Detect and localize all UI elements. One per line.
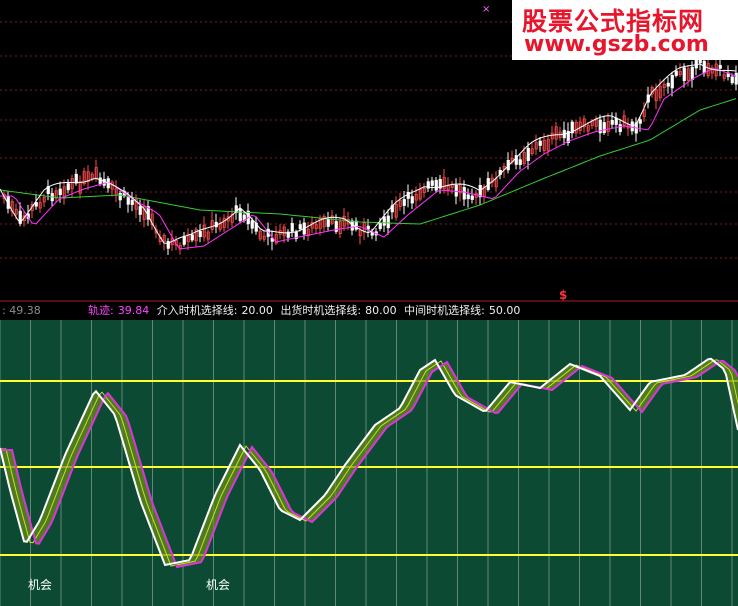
candle-body xyxy=(298,224,302,230)
candle-body xyxy=(454,184,458,197)
candle-body xyxy=(666,82,670,87)
candle-body xyxy=(102,178,106,186)
candle-body xyxy=(182,235,186,245)
signal-marker: $ xyxy=(559,288,568,302)
candle-body xyxy=(366,225,370,230)
candle-body xyxy=(326,218,330,227)
candle-body xyxy=(58,188,62,196)
candle-body xyxy=(34,202,38,207)
candle-body xyxy=(430,180,434,186)
track-line xyxy=(0,357,738,567)
candle-body xyxy=(386,215,390,229)
candle-body xyxy=(126,197,130,205)
candle-body xyxy=(730,76,734,84)
ma-short-line xyxy=(0,63,737,244)
indicator-info-bar: : 49.38 轨迹: 39.84 介入时机选择线: 20.00 出货时机选择线: 8… xyxy=(0,302,738,320)
site-watermark: 股票公式指标网 www.gszb.com xyxy=(512,0,738,60)
candle-body xyxy=(638,119,642,124)
watermark-url: www.gszb.com xyxy=(524,32,709,57)
candle-body xyxy=(466,194,470,200)
mid-label: 中间时机选择线: xyxy=(404,304,485,317)
candle-body xyxy=(538,140,542,146)
candle-body xyxy=(690,66,694,81)
candle-body xyxy=(66,183,70,191)
candle-body xyxy=(470,195,474,200)
candle-body xyxy=(630,121,634,132)
candle-body xyxy=(250,220,254,229)
exit-value: 80.00 xyxy=(365,304,397,317)
indicator-legend: 轨迹: 39.84 介入时机选择线: 20.00 出货时机选择线: 80.00 中间时… xyxy=(88,302,524,320)
track-signal-line xyxy=(0,359,738,569)
candle-body xyxy=(138,206,142,215)
indicator-panel[interactable]: 机会 机会 xyxy=(0,320,738,606)
candle-body xyxy=(602,122,606,133)
cross-marker: × xyxy=(482,4,490,15)
candle-body xyxy=(718,64,722,69)
candle-body xyxy=(290,223,294,232)
entry-value: 20.00 xyxy=(241,304,273,317)
candle-body xyxy=(670,74,674,89)
track-value: 39.84 xyxy=(117,304,150,317)
candle-body xyxy=(74,173,78,184)
candle-body xyxy=(462,187,466,200)
candle-body xyxy=(382,216,386,226)
left-readout: : 49.38 xyxy=(2,304,41,317)
candle-body xyxy=(130,199,134,205)
exit-label: 出货时机选择线: xyxy=(280,304,362,317)
candle-body xyxy=(402,199,406,206)
candle-body xyxy=(238,208,242,222)
entry-label: 介入时机选择线: xyxy=(156,304,238,317)
candle-body xyxy=(190,234,194,241)
opportunity-label-1: 机会 xyxy=(28,578,53,592)
candle-body xyxy=(518,159,522,165)
candle-body xyxy=(378,222,382,229)
track-ribbon xyxy=(0,358,738,567)
candle-body xyxy=(734,72,738,85)
candle-body xyxy=(674,70,678,76)
candle-body xyxy=(410,196,414,204)
candle-body xyxy=(118,193,122,201)
candle-body xyxy=(614,117,618,125)
track-mid-line xyxy=(0,359,738,567)
candle-body xyxy=(618,124,622,133)
chart-stage: × : 49.38 轨迹: 39.84 介入时机选择线: 20.00 出货时机选择线… xyxy=(0,0,738,606)
indicator-chart[interactable] xyxy=(0,320,738,606)
candle-body xyxy=(198,231,202,238)
candle-body xyxy=(682,67,686,81)
opportunity-label-2: 机会 xyxy=(206,578,231,592)
candle-body xyxy=(610,120,614,125)
candle-body xyxy=(526,147,530,161)
candle-body xyxy=(434,179,438,191)
track-label: 轨迹: xyxy=(88,304,114,317)
mid-value: 50.00 xyxy=(488,304,521,317)
